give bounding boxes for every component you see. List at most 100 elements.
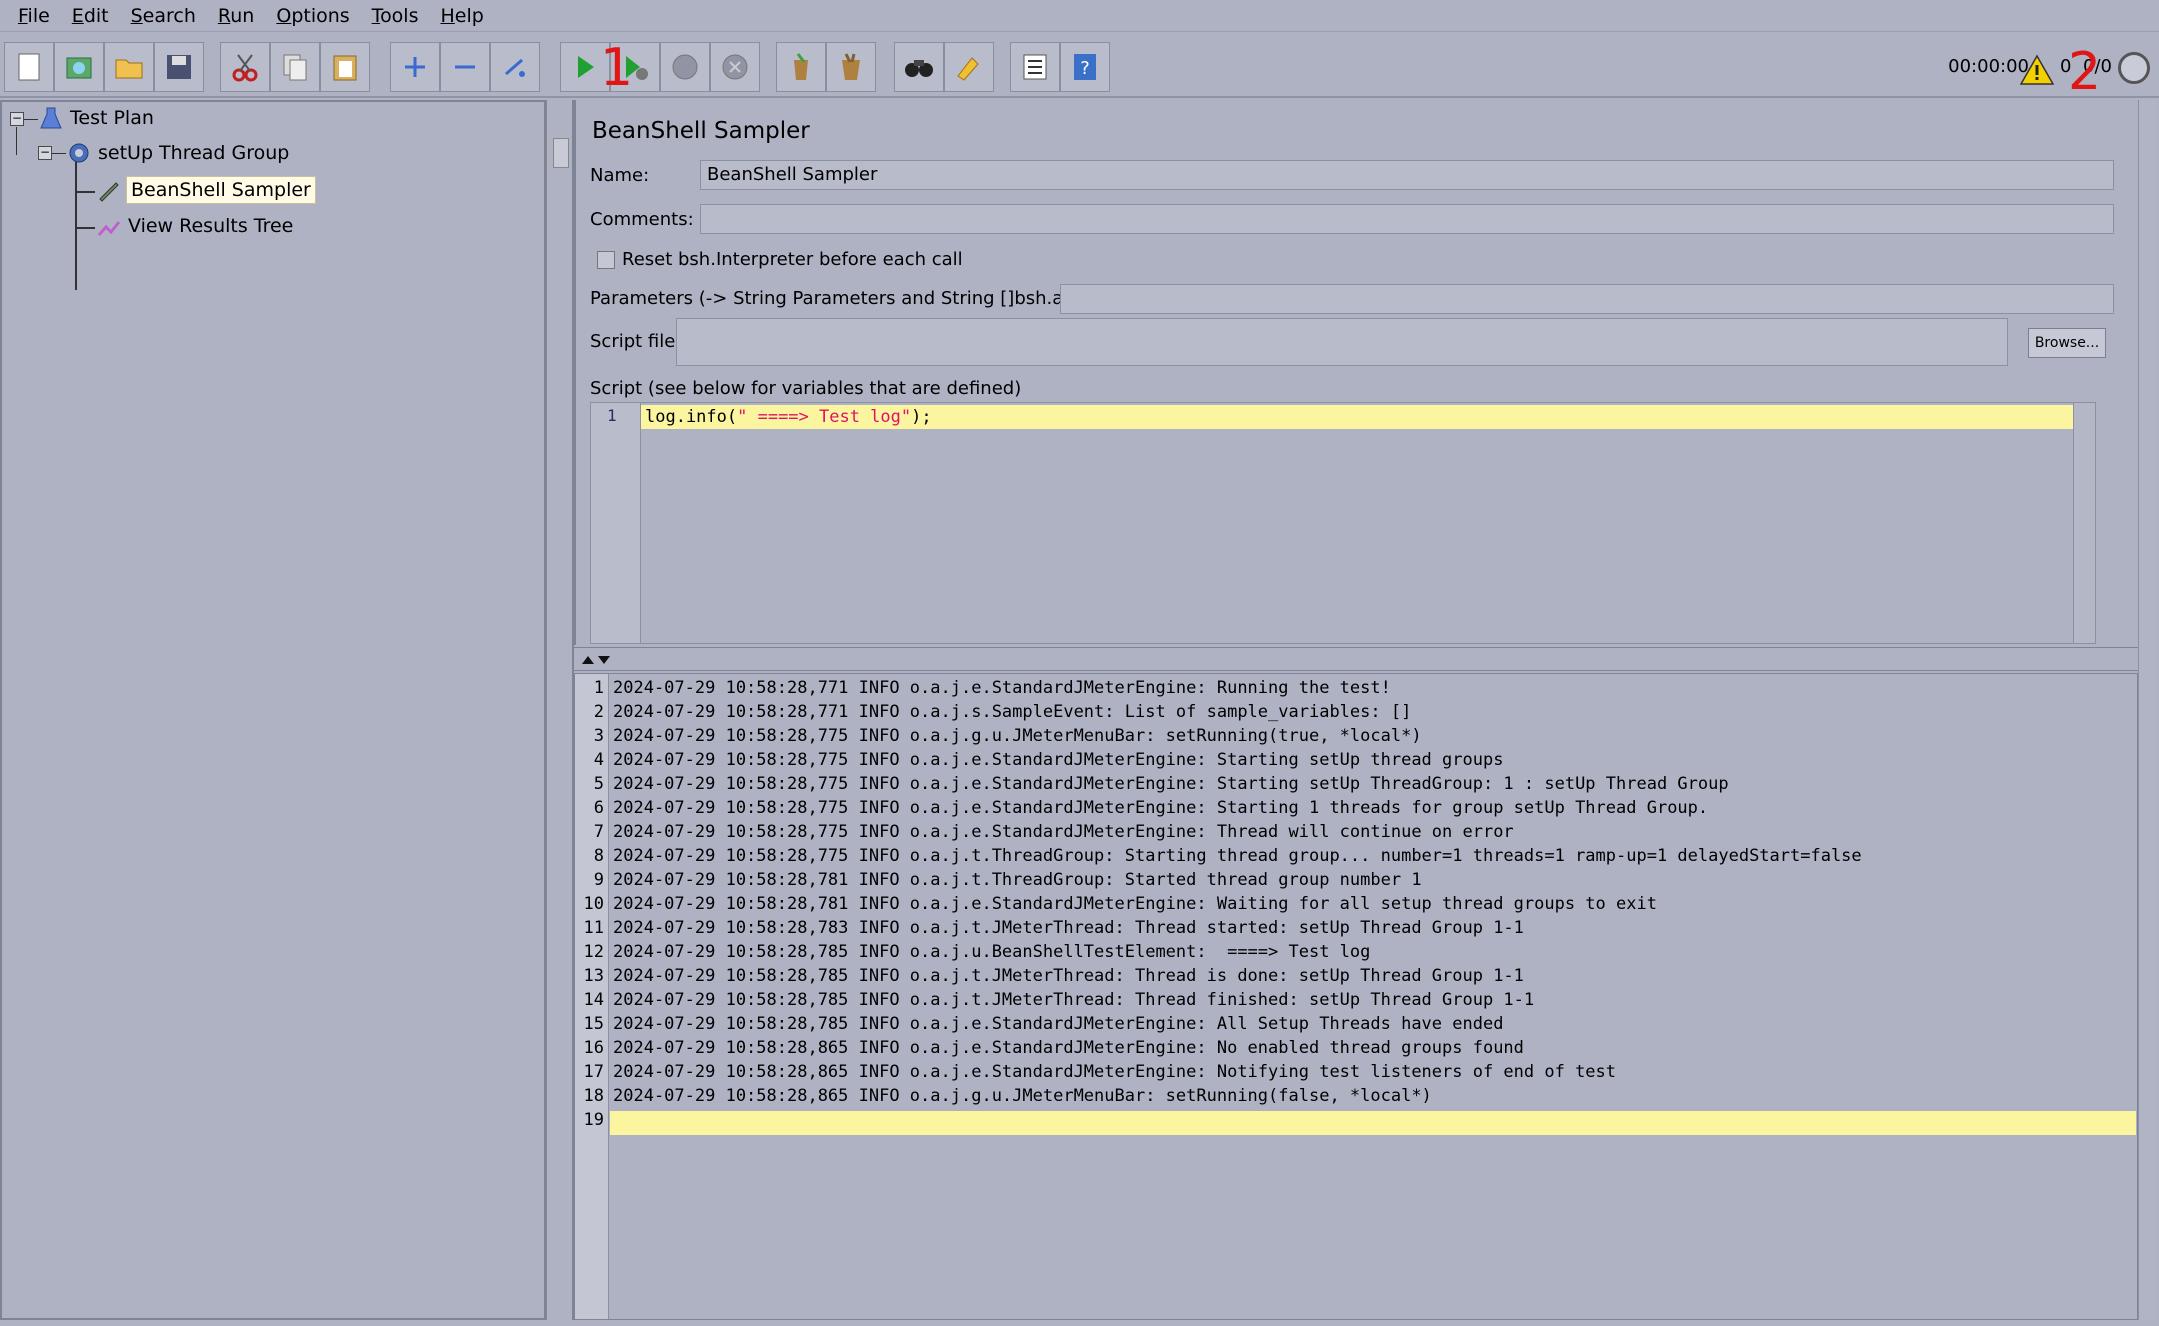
menu-options[interactable]: Options [276,5,349,27]
log-line-number: 3 [593,726,604,746]
chart-icon [97,221,121,236]
log-line-number: 13 [583,966,604,986]
log-line-number: 9 [593,870,604,890]
reset-search-icon [957,57,979,81]
log-line-number: 11 [583,918,604,938]
horizontal-splitter[interactable] [574,647,2138,671]
save-button[interactable] [154,42,204,92]
log-line: 2024-07-29 10:58:28,775 INFO o.a.j.e.Sta… [613,822,1514,842]
tree-node-view-results-tree[interactable]: View Results Tree [96,210,293,242]
tree-node-beanshell-sampler[interactable]: BeanShell Sampler [96,174,316,206]
collapse-thread-group-toggle[interactable]: − [38,146,52,160]
collapse-button[interactable] [440,42,490,92]
script-scrollbar[interactable] [2073,403,2095,643]
log-line: 2024-07-29 10:58:28,781 INFO o.a.j.t.Thr… [613,870,1422,890]
splitter-arrows-icon[interactable] [580,652,614,668]
menu-mnemonic: H [440,4,455,27]
menu-file[interactable]: File [18,5,50,27]
reset-interpreter-checkbox[interactable] [597,251,615,269]
log-line: 2024-07-29 10:58:28,785 INFO o.a.j.t.JMe… [613,990,1535,1010]
script-line: log.info(" ====> Test log"); [641,405,2087,429]
collapse-test-plan-toggle[interactable]: − [10,112,24,126]
new-icon [18,53,40,81]
menu-help[interactable]: Help [441,5,484,27]
log-line-number: 2 [593,702,604,722]
stop-button[interactable] [660,42,710,92]
script-file-label: Script file [590,331,676,352]
clear-button[interactable] [776,42,826,92]
vertical-splitter[interactable] [546,100,574,1320]
log-line-number: 10 [583,894,604,914]
reset-interpreter-label: Reset bsh.Interpreter before each call [622,249,963,270]
parameters-field[interactable] [1060,284,2114,314]
menu-bar: File Edit Search Run Options Tools Help [0,0,2159,32]
menu-run[interactable]: Run [218,5,254,27]
clear-all-button[interactable] [826,42,876,92]
copy-icon [283,54,307,81]
warning-icon[interactable] [2020,54,2054,86]
panel-title: BeanShell Sampler [592,118,810,144]
log-gutter: 1 2 3 4 5 6 7 8 9 10 11 12 13 14 15 16 17 18 19 [575,674,609,1319]
shutdown-button[interactable] [710,42,760,92]
toolbar: ? [0,36,2159,98]
log-line-number: 15 [583,1014,604,1034]
comments-label: Comments: [590,209,694,230]
log-line-number: 17 [583,1062,604,1082]
function-helper-button[interactable] [1010,42,1060,92]
menu-tools[interactable]: Tools [372,5,419,27]
log-line: 2024-07-29 10:58:28,775 INFO o.a.j.g.u.J… [613,726,1422,746]
editor-scrollbar[interactable] [2138,100,2156,1320]
function-helper-icon [1023,54,1047,80]
menu-label: dit [83,4,109,27]
stop-icon [672,54,698,80]
clear-icon [794,53,808,80]
templates-icon [66,57,92,79]
help-icon: ? [1074,54,1096,80]
pencil-icon [99,182,119,202]
code-end: ); [911,407,932,427]
reset-search-button[interactable] [944,42,994,92]
log-line: 2024-07-29 10:58:28,865 INFO o.a.j.e.Sta… [613,1038,1524,1058]
svg-text:?: ? [1080,58,1090,79]
tree-node-test-plan[interactable]: Test Plan [38,102,154,134]
log-current-line [610,1111,2136,1135]
splitter-knob[interactable] [553,138,569,168]
log-viewer[interactable]: 1 2 3 4 5 6 7 8 9 10 11 12 13 14 15 16 17 18 19 2024-07-29… [574,673,2138,1320]
tree-node-setup-thread-group[interactable]: setUp Thread Group [66,137,289,169]
paste-button[interactable] [320,42,370,92]
paste-icon [333,55,357,81]
log-line: 2024-07-29 10:58:28,775 INFO o.a.j.e.Sta… [613,750,1504,770]
gear-icon [69,143,89,163]
menu-mnemonic: F [18,4,28,27]
remote-status-icon[interactable] [2118,52,2150,84]
log-line: 2024-07-29 10:58:28,785 INFO o.a.j.e.Sta… [613,1014,1504,1034]
log-line: 2024-07-29 10:58:28,781 INFO o.a.j.e.Sta… [613,894,1657,914]
comments-field[interactable] [700,204,2114,234]
open-icon [115,59,143,79]
tree-label: View Results Tree [128,215,294,237]
toggle-button[interactable] [490,42,540,92]
browse-button[interactable]: Browse... [2028,328,2106,358]
log-line-number: 4 [593,750,604,770]
script-editor[interactable]: 1 log.info(" ====> Test log"); [590,402,2096,644]
copy-button[interactable] [270,42,320,92]
open-button[interactable] [104,42,154,92]
script-file-field[interactable] [676,318,2008,366]
new-button[interactable] [4,42,54,92]
cut-button[interactable] [220,42,270,92]
menu-search[interactable]: Search [131,5,196,27]
search-button[interactable] [894,42,944,92]
log-line-number: 16 [583,1038,604,1058]
log-line-number: 18 [583,1086,604,1106]
search-icon [905,60,933,77]
line-number: 1 [607,406,617,425]
name-field[interactable]: BeanShell Sampler [700,160,2114,190]
templates-button[interactable] [54,42,104,92]
log-line: 2024-07-29 10:58:28,771 INFO o.a.j.s.Sam… [613,702,1412,722]
code-call: log.info( [645,407,738,427]
log-line-number: 6 [593,798,604,818]
help-button[interactable]: ? [1060,42,1110,92]
menu-edit[interactable]: Edit [72,5,109,27]
expand-button[interactable] [390,42,440,92]
log-line-number: 14 [583,990,604,1010]
